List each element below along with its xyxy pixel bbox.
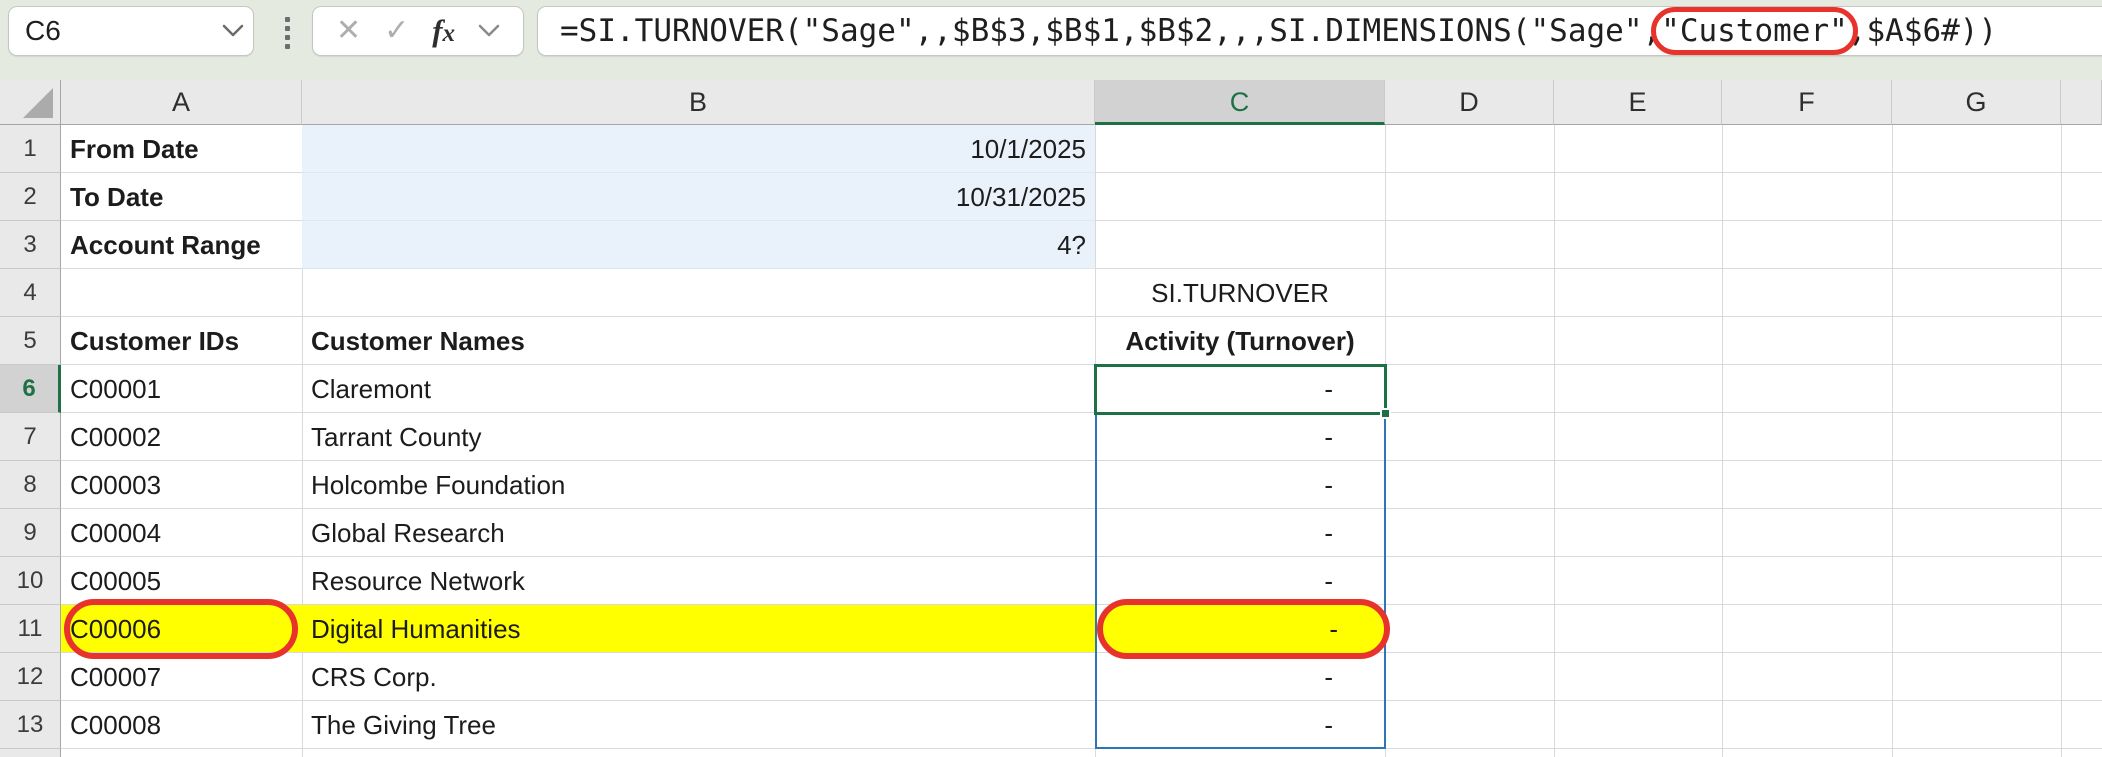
- column-header-g[interactable]: G: [1892, 80, 2061, 125]
- cell-b11-customer-name[interactable]: Digital Humanities: [302, 605, 1095, 653]
- formula-toolbar: C6 ✕ ✓ fx =SI.TURNOVER("Sage",,$B$3,$B$1…: [0, 0, 2102, 80]
- cell-b7-customer-name[interactable]: Tarrant County: [302, 413, 1095, 461]
- row-header-6[interactable]: 6: [0, 365, 61, 413]
- formula-bar-drag-handle[interactable]: [283, 17, 291, 49]
- cell-c9-activity[interactable]: -: [1095, 509, 1385, 557]
- cell-a9-customer-id[interactable]: C00004: [61, 509, 302, 557]
- cell-c13-activity[interactable]: -: [1095, 701, 1385, 749]
- cell-a10-customer-id[interactable]: C00005: [61, 557, 302, 605]
- cell-a6-customer-id[interactable]: C00001: [61, 365, 302, 413]
- row-header-3[interactable]: 3: [0, 221, 61, 269]
- cell-a5-header[interactable]: Customer IDs: [61, 317, 302, 365]
- cell-a2[interactable]: To Date: [61, 173, 302, 221]
- column-header-f[interactable]: F: [1722, 80, 1892, 125]
- row-header-5[interactable]: 5: [0, 317, 61, 365]
- row-header-10[interactable]: 10: [0, 557, 61, 605]
- cell-c6-activity[interactable]: -: [1095, 365, 1385, 413]
- cell-b5-header[interactable]: Customer Names: [302, 317, 1095, 365]
- select-all-triangle-icon: [23, 88, 53, 118]
- row-header-13[interactable]: 13: [0, 701, 61, 749]
- cell-c11-activity[interactable]: [1095, 605, 1385, 653]
- formula-prefix: =SI.TURNOVER("Sage",,$B$3,$B$1,$B$2,,,SI…: [560, 13, 1661, 49]
- cell-a13-customer-id[interactable]: C00008: [61, 701, 302, 749]
- cell-a3[interactable]: Account Range: [61, 221, 302, 269]
- select-all-button[interactable]: [0, 80, 61, 125]
- gridline: [2061, 125, 2062, 757]
- row-header-7[interactable]: 7: [0, 413, 61, 461]
- row-header-partial[interactable]: [0, 749, 61, 757]
- chevron-down-icon: [478, 24, 500, 38]
- formula-bar[interactable]: =SI.TURNOVER("Sage",,$B$3,$B$1,$B$2,,,SI…: [537, 6, 2102, 56]
- formula-input[interactable]: =SI.TURNOVER("Sage",,$B$3,$B$1,$B$2,,,SI…: [538, 13, 1997, 49]
- cancel-icon[interactable]: ✕: [336, 16, 361, 46]
- cell-b1-from-date[interactable]: 10/1/2025: [302, 125, 1095, 173]
- gridline: [1385, 125, 1386, 757]
- column-header-a[interactable]: A: [61, 80, 302, 125]
- formula-buttons: ✕ ✓ fx: [312, 6, 524, 56]
- column-header-c[interactable]: C: [1095, 80, 1385, 125]
- cell-c5-header[interactable]: Activity (Turnover): [1095, 317, 1385, 365]
- cell-b3-account-range[interactable]: 4?: [302, 221, 1095, 269]
- chevron-down-icon: [222, 24, 244, 38]
- cell-a7-customer-id[interactable]: C00002: [61, 413, 302, 461]
- insert-function-icon[interactable]: fx: [432, 13, 455, 49]
- cell-b9-customer-name[interactable]: Global Research: [302, 509, 1095, 557]
- cell-c8-activity[interactable]: -: [1095, 461, 1385, 509]
- cell-b12-customer-name[interactable]: CRS Corp.: [302, 653, 1095, 701]
- gridline: [1554, 125, 1555, 757]
- cell-c12-activity[interactable]: -: [1095, 653, 1385, 701]
- spreadsheet-grid: A B C D E F G 1 2 3 4 5 6 7 8 9 10 11 12…: [0, 80, 2102, 757]
- row-header-2[interactable]: 2: [0, 173, 61, 221]
- formula-bar-expand-button[interactable]: [478, 24, 500, 38]
- column-header-partial[interactable]: [2061, 80, 2102, 125]
- row-header-8[interactable]: 8: [0, 461, 61, 509]
- column-header-b[interactable]: B: [302, 80, 1095, 125]
- cell-b10-customer-name[interactable]: Resource Network: [302, 557, 1095, 605]
- row-header-9[interactable]: 9: [0, 509, 61, 557]
- cell-c4-function-caption[interactable]: SI.TURNOVER: [1095, 269, 1385, 317]
- formula-circled-annotation: "Customer": [1661, 13, 1848, 49]
- row-header-1[interactable]: 1: [0, 125, 61, 173]
- cell-b2-to-date[interactable]: 10/31/2025: [302, 173, 1095, 221]
- row-header-12[interactable]: 12: [0, 653, 61, 701]
- column-header-d[interactable]: D: [1385, 80, 1554, 125]
- row-header-11[interactable]: 11: [0, 605, 61, 653]
- cell-a11-customer-id[interactable]: C00006: [61, 605, 302, 653]
- cell-c10-activity[interactable]: -: [1095, 557, 1385, 605]
- column-header-e[interactable]: E: [1554, 80, 1722, 125]
- cell-b8-customer-name[interactable]: Holcombe Foundation: [302, 461, 1095, 509]
- gridline: [1892, 125, 1893, 757]
- row-header-4[interactable]: 4: [0, 269, 61, 317]
- gridline: [1722, 125, 1723, 757]
- cell-b13-customer-name[interactable]: The Giving Tree: [302, 701, 1095, 749]
- cell-a8-customer-id[interactable]: C00003: [61, 461, 302, 509]
- name-box-value[interactable]: C6: [9, 15, 213, 47]
- cell-a12-customer-id[interactable]: C00007: [61, 653, 302, 701]
- cell-c7-activity[interactable]: -: [1095, 413, 1385, 461]
- cell-a1[interactable]: From Date: [61, 125, 302, 173]
- name-box-dropdown-button[interactable]: [213, 24, 253, 38]
- enter-icon[interactable]: ✓: [384, 16, 409, 46]
- name-box[interactable]: C6: [8, 6, 254, 56]
- formula-suffix: ,$A$6#)): [1848, 13, 1997, 49]
- cell-b6-customer-name[interactable]: Claremont: [302, 365, 1095, 413]
